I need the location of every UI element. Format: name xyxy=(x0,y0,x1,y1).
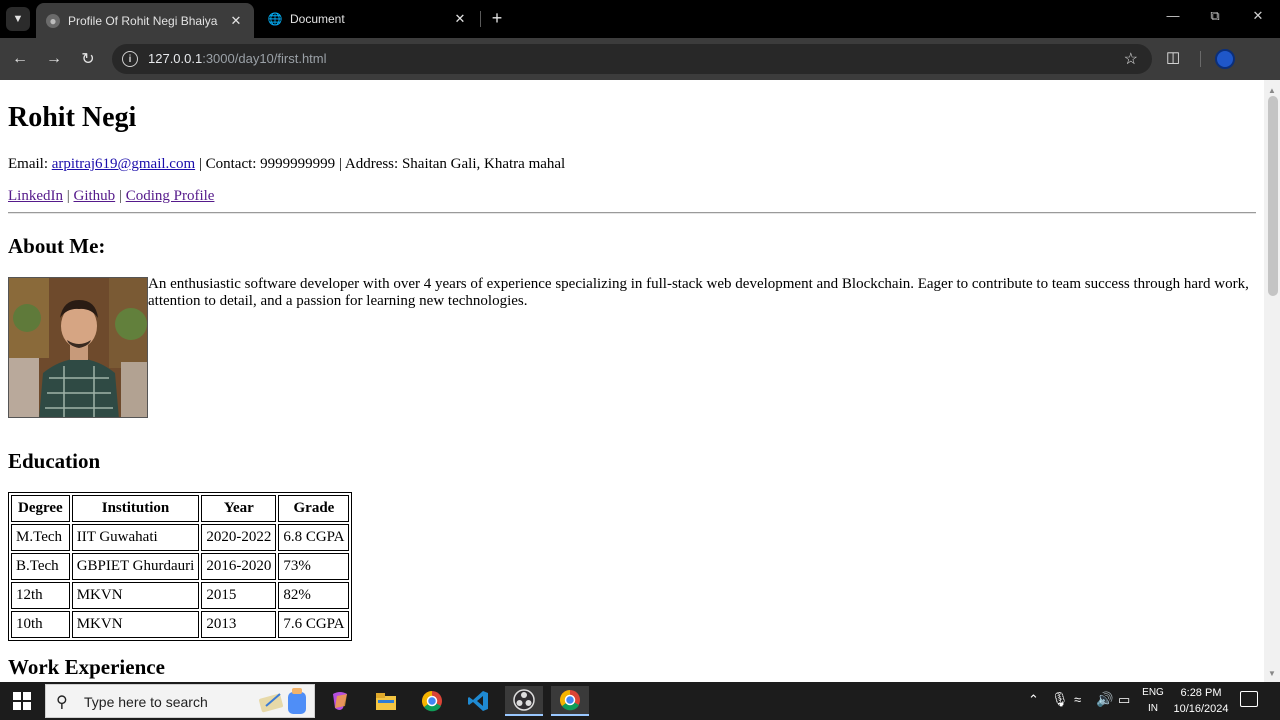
table-cell: B.Tech xyxy=(11,553,70,580)
education-heading: Education xyxy=(8,449,101,473)
about-heading: About Me: xyxy=(8,234,106,258)
bookmark-star-icon[interactable]: ☆ xyxy=(1124,49,1138,69)
tab-document[interactable]: 🌐 Document ✕ xyxy=(258,3,478,35)
table-row: 12th MKVN 2015 82% xyxy=(11,582,350,609)
table-row: B.Tech GBPIET Ghurdauri 2016-2020 73% xyxy=(11,553,350,580)
table-cell: IIT Guwahati xyxy=(71,524,200,551)
extensions-icon[interactable]: ◫ xyxy=(1166,48,1180,66)
clock[interactable]: 6:28 PM 10/16/2024 xyxy=(1168,685,1234,717)
profile-avatar[interactable] xyxy=(1215,49,1235,69)
divider xyxy=(8,212,1256,214)
scroll-thumb[interactable] xyxy=(1268,96,1278,296)
table-cell: 2016-2020 xyxy=(201,553,277,580)
microphone-icon[interactable]: 🎙 xyxy=(1051,691,1069,708)
about-text: An enthusiastic software developer with … xyxy=(148,276,1249,309)
column-header: Degree xyxy=(11,495,70,522)
copilot-app-icon[interactable] xyxy=(321,686,359,716)
profile-photo xyxy=(8,277,148,418)
browser-toolbar: ← → ↻ i 127.0.0.1:3000/day10/first.html … xyxy=(0,38,1280,80)
table-cell: 2013 xyxy=(201,611,277,638)
email-link[interactable]: arpitraj619@gmail.com xyxy=(52,156,195,172)
page-viewport: Rohit Negi Email: arpitraj619@gmail.com … xyxy=(0,80,1280,682)
work-experience-heading: Work Experience xyxy=(8,655,165,679)
chrome-app-icon[interactable] xyxy=(413,686,451,716)
close-tab-icon[interactable]: ✕ xyxy=(228,13,244,29)
table-cell: GBPIET Ghurdauri xyxy=(71,553,200,580)
table-row: 10th MKVN 2013 7.6 CGPA xyxy=(11,611,350,638)
tab-strip: ▼ ● Profile Of Rohit Negi Bhaiya ✕ 🌐 Doc… xyxy=(0,0,1280,38)
profile-links: LinkedIn | Github | Coding Profile xyxy=(8,188,215,204)
tab-search-chevron-icon[interactable]: ▼ xyxy=(6,7,30,31)
contact-info: | Contact: 9999999999 | Address: Shaitan… xyxy=(195,156,566,172)
table-cell: MKVN xyxy=(71,611,200,638)
table-cell: M.Tech xyxy=(11,524,70,551)
taskbar-search-input[interactable]: ⚲ Type here to search xyxy=(45,684,315,718)
globe-icon: ● xyxy=(46,13,60,28)
globe-icon: 🌐 xyxy=(267,12,283,26)
toolbar-divider xyxy=(1200,51,1201,67)
network-icon[interactable]: ≈ xyxy=(1074,692,1081,707)
table-cell: 6.8 CGPA xyxy=(278,524,350,551)
table-row: M.Tech IIT Guwahati 2020-2022 6.8 CGPA xyxy=(11,524,350,551)
language-indicator[interactable]: ENG IN xyxy=(1138,685,1168,717)
clock-time: 6:28 PM xyxy=(1180,687,1222,699)
table-cell: 82% xyxy=(278,582,350,609)
scroll-down-icon[interactable]: ▼ xyxy=(1268,669,1276,678)
table-header-row: Degree Institution Year Grade xyxy=(11,495,350,522)
obs-app-icon[interactable] xyxy=(505,686,543,716)
table-cell: 73% xyxy=(278,553,350,580)
coding-profile-link[interactable]: Coding Profile xyxy=(126,188,215,204)
table-cell: 12th xyxy=(11,582,70,609)
back-button[interactable]: ← xyxy=(9,48,31,70)
battery-icon[interactable]: ▭ xyxy=(1118,692,1130,708)
column-header: Grade xyxy=(278,495,350,522)
file-explorer-icon[interactable] xyxy=(367,686,405,716)
address-bar[interactable]: i 127.0.0.1:3000/day10/first.html ☆ xyxy=(112,44,1152,74)
windows-start-button[interactable] xyxy=(0,682,44,720)
column-header: Institution xyxy=(71,495,200,522)
forward-button[interactable]: → xyxy=(43,48,65,70)
restore-button[interactable]: ⧉ xyxy=(1200,8,1230,30)
tab-profile[interactable]: ● Profile Of Rohit Negi Bhaiya ✕ xyxy=(36,3,254,38)
url-text[interactable]: 127.0.0.1:3000/day10/first.html xyxy=(148,51,327,66)
column-header: Year xyxy=(201,495,277,522)
info-icon[interactable]: i xyxy=(122,51,138,67)
tab-divider xyxy=(480,11,481,27)
close-tab-icon[interactable]: ✕ xyxy=(452,11,468,27)
linkedin-link[interactable]: LinkedIn xyxy=(8,188,63,204)
page-title: Rohit Negi xyxy=(8,102,137,133)
table-cell: 2015 xyxy=(201,582,277,609)
github-link[interactable]: Github xyxy=(74,188,116,204)
education-table: Degree Institution Year Grade M.Tech IIT… xyxy=(8,492,353,641)
table-cell: 10th xyxy=(11,611,70,638)
table-cell: MKVN xyxy=(71,582,200,609)
minimize-button[interactable]: — xyxy=(1158,8,1188,30)
tab-title: Profile Of Rohit Negi Bhaiya xyxy=(68,13,218,28)
scroll-up-icon[interactable]: ▲ xyxy=(1268,86,1276,95)
vscode-app-icon[interactable] xyxy=(459,686,497,716)
show-hidden-icons-chevron-icon[interactable]: ⌃ xyxy=(1028,692,1039,708)
taskbar: ⚲ Type here to search ⌃ 🎙 ≈ 🔊 ▭ ENG IN 6… xyxy=(0,682,1280,720)
table-cell: 2020-2022 xyxy=(201,524,277,551)
vertical-scrollbar[interactable]: ▲ ▼ xyxy=(1264,80,1280,682)
tab-title: Document xyxy=(290,12,345,26)
new-tab-button[interactable]: + xyxy=(488,9,506,29)
volume-icon[interactable]: 🔊 xyxy=(1096,691,1113,708)
chrome-window-icon[interactable] xyxy=(551,686,589,716)
search-placeholder: Type here to search xyxy=(84,694,208,710)
reload-button[interactable]: ↻ xyxy=(77,48,99,70)
clock-date: 10/16/2024 xyxy=(1173,703,1229,715)
notification-icon[interactable] xyxy=(1240,691,1258,707)
windows-logo-icon xyxy=(13,692,31,710)
table-cell: 7.6 CGPA xyxy=(278,611,350,638)
contact-line: Email: arpitraj619@gmail.com | Contact: … xyxy=(8,156,566,172)
search-highlight-icon xyxy=(259,688,306,714)
search-icon: ⚲ xyxy=(56,694,68,711)
close-window-button[interactable]: ✕ xyxy=(1243,8,1273,30)
